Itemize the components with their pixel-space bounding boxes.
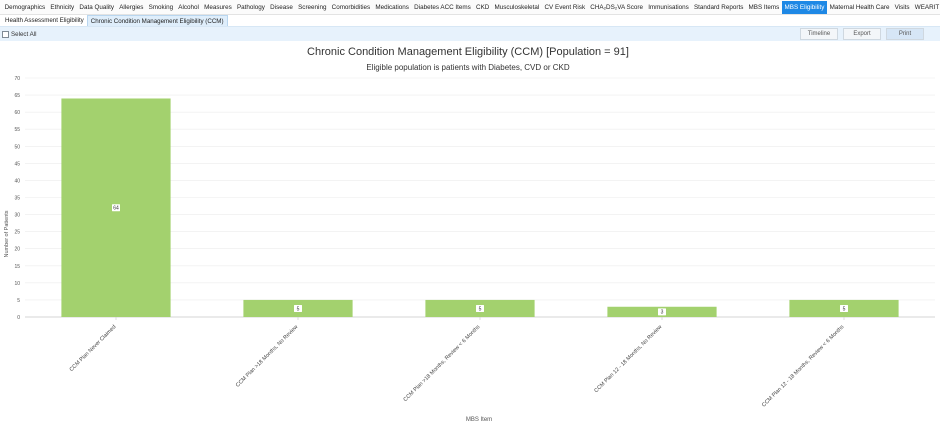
y-tick-label: 5 <box>17 298 20 304</box>
module-tab[interactable]: CV Event Risk <box>542 1 588 14</box>
sub-tab[interactable]: Chronic Condition Management Eligibility… <box>86 15 228 26</box>
module-tab[interactable]: Medications <box>373 1 412 14</box>
sub-tab-bar: Health Assessment Eligibility Chronic Con… <box>0 15 940 27</box>
data-label: 5 <box>297 306 300 312</box>
module-tab[interactable]: Measures <box>202 1 235 14</box>
chart-bars: 64 5 5 3 5 <box>61 98 899 317</box>
y-tick-label: 50 <box>14 144 20 150</box>
chart-title: Chronic Condition Management Eligibility… <box>307 46 629 58</box>
module-tab[interactable]: Pathology <box>234 1 267 14</box>
module-tab[interactable]: Diabetes ACC Items <box>412 1 474 14</box>
module-tab[interactable]: Comorbidities <box>329 1 373 14</box>
print-button[interactable]: Print <box>886 28 924 40</box>
y-tick-label: 40 <box>14 178 20 184</box>
x-tick-label: CCM Plan >18 Months, Review < 6 Months <box>403 324 482 403</box>
module-tab[interactable]: CHA₂DS₂VA Score <box>588 1 646 14</box>
y-tick-label: 10 <box>14 281 20 287</box>
sub-tab[interactable]: Health Assessment Eligibility <box>2 15 87 26</box>
module-tab[interactable]: Data Quality <box>77 1 117 14</box>
module-tab[interactable]: Screening <box>296 1 330 14</box>
y-tick-label: 20 <box>14 247 20 253</box>
module-tab[interactable]: Standard Reports <box>691 1 746 14</box>
module-tab[interactable]: Disease <box>268 1 296 14</box>
data-label: 5 <box>843 306 846 312</box>
y-tick-label: 70 <box>14 76 20 82</box>
x-axis-title: MBS Item <box>466 417 492 423</box>
y-tick-label: 25 <box>14 230 20 236</box>
timeline-button[interactable]: Timeline <box>800 28 838 40</box>
export-button[interactable]: Export <box>843 28 881 40</box>
module-tab-bar: Demographics Ethnicity Data Quality Allergi… <box>0 0 940 15</box>
module-tab[interactable]: MBS Eligibility <box>781 0 827 14</box>
module-tab[interactable]: Ethnicity <box>48 1 77 14</box>
select-all-control[interactable]: Select All <box>2 30 37 38</box>
y-tick-label: 60 <box>14 110 20 116</box>
module-tab[interactable]: WEARIT <box>912 1 940 14</box>
data-label: 64 <box>113 206 119 212</box>
y-tick-label: 15 <box>14 264 20 270</box>
y-tick-label: 65 <box>14 93 20 99</box>
module-tab[interactable]: Musculoskeletal <box>492 1 542 14</box>
x-axis: CCM Plan Never Claimed CCM Plan >18 Month… <box>69 317 846 409</box>
chart-area: Chronic Condition Management Eligibility… <box>0 41 940 428</box>
module-tab[interactable]: Immunisations <box>646 1 692 14</box>
data-label: 5 <box>479 306 482 312</box>
y-tick-label: 55 <box>14 127 20 133</box>
x-tick-label: CCM Plan Never Claimed <box>69 324 118 373</box>
report-toolbar: Select All Timeline Export Print <box>0 27 940 41</box>
module-tab[interactable]: MBS Items <box>746 1 782 14</box>
y-axis-title: Number of Patients <box>4 210 10 257</box>
y-tick-label: 45 <box>14 161 20 167</box>
module-tab[interactable]: Smoking <box>146 1 176 14</box>
module-tab[interactable]: Maternal Health Care <box>827 1 892 14</box>
x-tick-label: CCM Plan 12 - 18 Months, Review < 6 Mont… <box>761 324 846 409</box>
chart-subtitle: Eligible population is patients with Dia… <box>366 63 569 72</box>
module-tab[interactable]: Allergies <box>117 1 146 14</box>
y-axis: 0 5 10 15 20 25 30 35 40 45 50 55 60 65 70 <box>14 76 20 321</box>
y-tick-label: 35 <box>14 196 20 202</box>
ccm-eligibility-bar-chart: Chronic Condition Management Eligibility… <box>4 46 935 423</box>
select-all-label: Select All <box>11 30 37 38</box>
y-tick-label: 0 <box>17 315 20 321</box>
y-tick-label: 30 <box>14 213 20 219</box>
data-label: 3 <box>661 310 664 316</box>
module-tab[interactable]: Visits <box>892 1 912 14</box>
x-tick-label: CCM Plan >18 Months, No Review <box>235 324 299 388</box>
x-tick-label: CCM Plan 12 - 18 Months, No Review <box>593 324 663 394</box>
module-tab[interactable]: CKD <box>473 1 491 14</box>
module-tab[interactable]: Demographics <box>2 1 48 14</box>
select-all-checkbox[interactable] <box>2 30 9 38</box>
module-tab[interactable]: Alcohol <box>176 1 202 14</box>
